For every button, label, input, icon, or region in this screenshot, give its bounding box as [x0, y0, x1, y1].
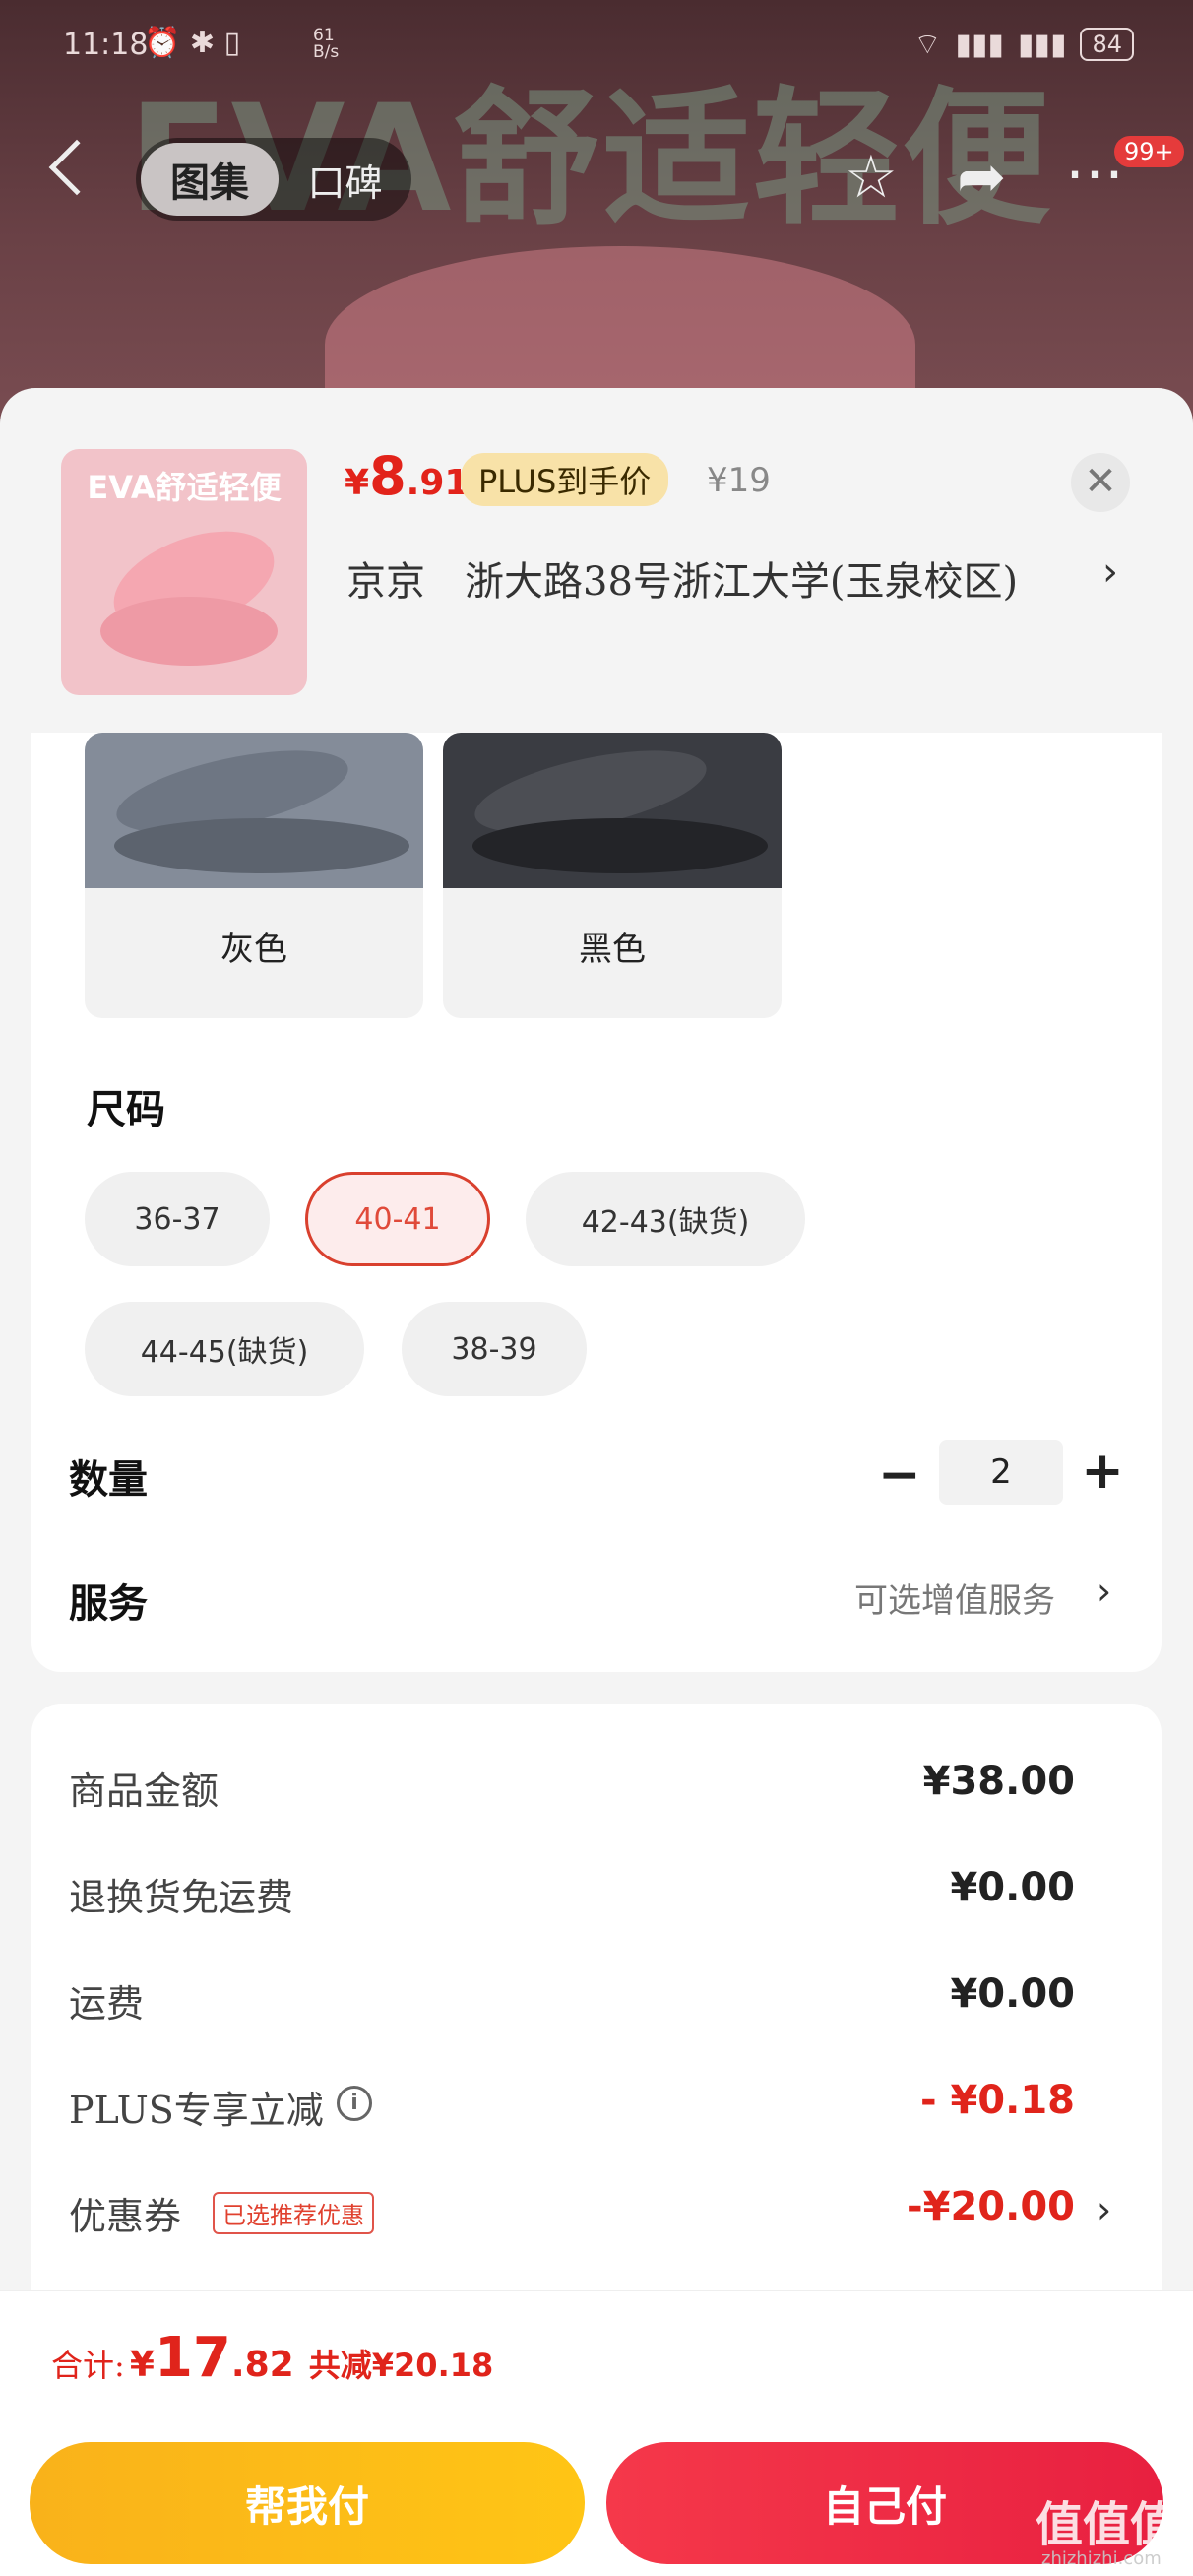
notification-icons: ⏰ ✱ ▯ [144, 26, 241, 60]
network-speed: 61 B/s [313, 26, 340, 62]
share-icon[interactable]: ➦ [957, 143, 1006, 212]
color-option-gray[interactable]: 灰色 [85, 733, 423, 1018]
delivery-address[interactable]: 京京 浙大路38号浙江大学(玉泉校区) [346, 549, 1018, 607]
chevron-right-icon[interactable]: › [1097, 1570, 1111, 1613]
signal-icon-2: ▮▮▮ [1017, 27, 1067, 62]
size-chip[interactable]: 38-39 [402, 1302, 587, 1396]
chevron-right-icon[interactable]: › [1102, 549, 1118, 595]
summary-value: ¥38.00 [922, 1759, 1075, 1804]
summary-value-discount: - ¥0.18 [919, 2078, 1075, 2123]
color-gray-image [85, 733, 423, 888]
help-pay-button[interactable]: 帮我付 [30, 2442, 585, 2564]
summary-label: 优惠券 [69, 2195, 182, 2238]
coupon-tag: 已选推荐优惠 [213, 2192, 374, 2234]
summary-value: ¥0.00 [950, 1971, 1075, 2017]
chevron-right-icon[interactable]: › [1097, 2188, 1111, 2231]
size-chip[interactable]: 36-37 [85, 1172, 270, 1266]
watermark-logo: 值值值 [1036, 2497, 1178, 2552]
plus-price: ¥8.91 [345, 445, 470, 507]
battery-icon: 84 [1080, 28, 1134, 61]
product-thumbnail: EVA舒适轻便 [61, 449, 307, 695]
color-black-image [443, 733, 782, 888]
message-badge: 99+ [1114, 136, 1184, 167]
summary-label: 运费 [69, 1982, 145, 2026]
tab-gallery[interactable]: 图集 [141, 143, 279, 216]
tab-reviews[interactable]: 口碑 [279, 153, 411, 207]
gallery-segment: 图集 口碑 [136, 138, 411, 221]
size-chip[interactable]: 44-45(缺货) [85, 1302, 364, 1396]
summary-label: PLUS专享立减 [69, 2089, 324, 2132]
quantity-decrease-button[interactable]: − [878, 1446, 921, 1505]
quantity-increase-button[interactable]: + [1081, 1442, 1124, 1501]
summary-label: 退换货免运费 [69, 1876, 294, 1919]
size-chip[interactable]: 42-43(缺货) [526, 1172, 805, 1266]
total-saved: 共减¥20.18 [308, 2347, 494, 2384]
signal-icon: ▮▮▮ [955, 27, 1004, 62]
watermark-url: zhizhizhi.com [1041, 2548, 1162, 2569]
status-time: 11:18 [63, 28, 149, 62]
thumbnail-caption: EVA舒适轻便 [87, 469, 282, 506]
wifi-icon: ⌔ [913, 28, 942, 62]
color-option-black[interactable]: 黑色 [443, 733, 782, 1018]
plus-price-tag: PLUS到手价 [461, 453, 669, 506]
service-value[interactable]: 可选增值服务 [854, 1574, 1055, 1622]
quantity-input[interactable]: 2 [939, 1440, 1063, 1505]
close-icon[interactable]: ✕ [1071, 453, 1130, 512]
summary-label: 商品金额 [69, 1770, 220, 1813]
favorite-star-icon[interactable]: ☆ [845, 143, 898, 212]
status-bar: 11:18 ⏰ ✱ ▯ 61 B/s ⌔ ▮▮▮ ▮▮▮ 84 [0, 0, 1193, 98]
coupon-value[interactable]: -¥20.00 [907, 2184, 1075, 2229]
size-chip-selected[interactable]: 40-41 [305, 1172, 490, 1266]
summary-value: ¥0.00 [950, 1865, 1075, 1910]
service-label: 服务 [69, 1581, 148, 1627]
total-amount: 合计: ¥17.82 共减¥20.18 [51, 2326, 494, 2390]
status-right: ⌔ ▮▮▮ ▮▮▮ 84 [913, 26, 1134, 63]
info-icon[interactable]: i [337, 2086, 372, 2121]
size-section-title: 尺码 [87, 1087, 165, 1132]
original-price: ¥19 [707, 461, 771, 500]
quantity-label: 数量 [69, 1457, 148, 1503]
